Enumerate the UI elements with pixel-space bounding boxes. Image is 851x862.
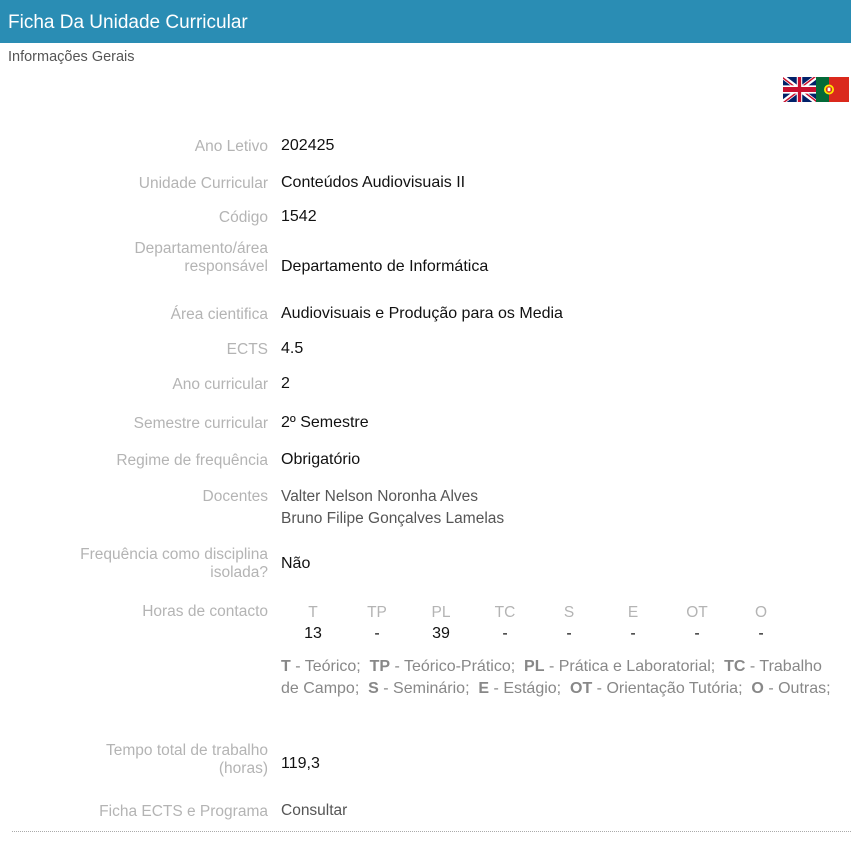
consultar-link[interactable]: Consultar xyxy=(281,801,347,821)
contact-hours-values: 13 - 39 - - - - - xyxy=(281,623,811,645)
hours-col-header: PL xyxy=(431,604,451,621)
field-label: Semestre curricular xyxy=(133,415,268,432)
contact-hours-legend: T - Teórico; TP - Teórico-Prático; PL - … xyxy=(281,656,841,700)
hours-value: - xyxy=(758,625,764,642)
field-value: 202425 xyxy=(281,137,335,154)
field-label: ECTS xyxy=(226,341,268,358)
field-label: Ano curricular xyxy=(172,376,268,393)
hours-col-header: OT xyxy=(686,604,708,621)
docente-name: Valter Nelson Noronha Alves xyxy=(281,488,479,505)
legend-abbr: O xyxy=(751,680,764,697)
field-value: 1542 xyxy=(281,208,317,225)
legend-desc: - Orientação Tutória; xyxy=(592,680,743,697)
field-value: Audiovisuais e Produção para os Media xyxy=(281,305,563,322)
field-value: 2 xyxy=(281,375,290,392)
legend-abbr: T xyxy=(281,658,291,675)
hours-col-header: S xyxy=(563,604,575,621)
field-value: 2º Semestre xyxy=(281,414,369,431)
legend-desc: - Prática e Laboratorial; xyxy=(544,658,716,675)
field-label: Unidade Curricular xyxy=(138,175,268,192)
contact-hours-header: T TP PL TC S E OT O xyxy=(281,603,811,623)
field-label: Docentes xyxy=(202,488,268,505)
section-title: Informações Gerais xyxy=(8,49,135,65)
field-value: 119,3 xyxy=(281,755,320,772)
hours-col-header: O xyxy=(754,604,768,621)
legend-desc: - Teórico-Prático; xyxy=(390,658,516,675)
field-value: Departamento de Informática xyxy=(281,258,489,275)
hours-value: - xyxy=(694,625,700,642)
field-label: Departamento/área responsável xyxy=(134,240,268,275)
pt-flag-icon[interactable] xyxy=(816,77,849,102)
page-title: Ficha Da Unidade Curricular xyxy=(8,12,248,33)
legend-abbr: TP xyxy=(369,658,391,675)
field-label: Código xyxy=(218,209,268,226)
legend-abbr: OT xyxy=(570,680,593,697)
legend-abbr: S xyxy=(368,680,379,697)
docente-name: Bruno Filipe Gonçalves Lamelas xyxy=(281,510,505,527)
contact-hours-table: T TP PL TC S E OT O 13 - 39 - - - - - xyxy=(281,603,811,645)
legend-desc: - Teórico; xyxy=(290,658,361,675)
hours-value: - xyxy=(566,625,572,642)
legend-desc: - Seminário; xyxy=(378,680,470,697)
field-value: Não xyxy=(281,555,311,572)
page-header: Ficha Da Unidade Curricular xyxy=(0,0,851,43)
hours-value: - xyxy=(502,625,508,642)
field-label: Ficha ECTS e Programa xyxy=(99,803,268,820)
field-value: Conteúdos Audiovisuais II xyxy=(281,174,466,191)
hours-col-header: E xyxy=(627,604,639,621)
field-label: Frequência como disciplina isolada? xyxy=(80,546,268,581)
field-value: Obrigatório xyxy=(281,451,361,468)
uk-flag-icon[interactable] xyxy=(783,77,816,102)
field-label: Ano Letivo xyxy=(194,138,268,155)
hours-col-header: TP xyxy=(367,604,387,621)
section-divider xyxy=(12,831,851,832)
hours-value: - xyxy=(374,625,380,642)
hours-col-header: TC xyxy=(494,604,516,621)
language-selector xyxy=(783,77,849,102)
hours-value: 39 xyxy=(432,625,450,642)
hours-value: 13 xyxy=(304,625,322,642)
legend-abbr: E xyxy=(478,680,490,697)
legend-desc: - Outras; xyxy=(763,680,831,697)
legend-abbr: TC xyxy=(724,658,746,675)
hours-value: - xyxy=(630,625,636,642)
field-label: Área cientifica xyxy=(170,306,268,323)
field-label: Horas de contacto xyxy=(142,603,268,620)
hours-col-header: T xyxy=(308,604,318,621)
field-value: 4.5 xyxy=(281,340,304,357)
legend-desc: - Estágio; xyxy=(489,680,562,697)
legend-abbr: PL xyxy=(524,658,545,675)
field-label: Regime de frequência xyxy=(116,452,268,469)
field-label: Tempo total de trabalho (horas) xyxy=(106,742,268,777)
